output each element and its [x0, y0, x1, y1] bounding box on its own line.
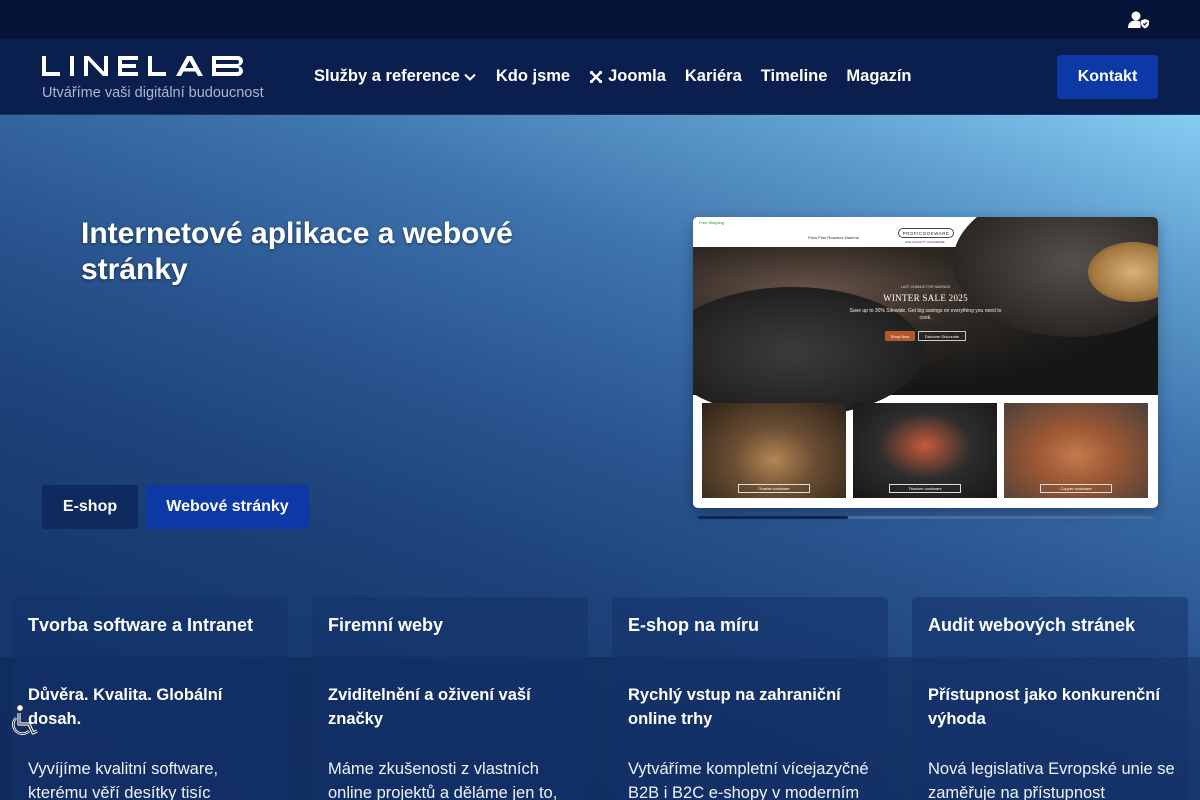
- product-label: Granite cookware: [738, 484, 810, 493]
- user-lock-icon[interactable]: [1128, 10, 1150, 30]
- card-text: Vytváříme kompletní vícejazyčné B2B i B2…: [628, 760, 869, 800]
- hero-section: Internetové aplikace a webové stránky E-…: [0, 115, 1200, 800]
- nav-item-about[interactable]: Kdo jsme: [496, 67, 570, 86]
- card-text: Máme zkušenosti z vlastních online proje…: [328, 760, 558, 800]
- hero-title: Internetové aplikace a webové stránky: [81, 217, 513, 286]
- card-subtitle: Zviditelnění a oživení vaší značky: [328, 686, 531, 728]
- product-tile: Titanium cookware: [853, 403, 997, 498]
- reference-screenshot[interactable]: Free Shipping Pans Pots Roasters Materia…: [693, 217, 1158, 508]
- card-subtitle: Důvěra. Kvalita. Globální dosah.: [28, 686, 223, 728]
- slider-progress: [698, 516, 849, 519]
- card-subtitle: Přístupnost jako konkurenční výhoda: [928, 686, 1160, 728]
- sale-description: Save up to 30% Sitewide. Get big savings…: [849, 308, 1002, 321]
- card-subtitle: Rychlý vstup na zahraniční online trhy: [628, 686, 841, 728]
- screenshot-brand-sub: HIGH QUALITY COOKWARE: [905, 240, 945, 244]
- nav-item-timeline[interactable]: Timeline: [761, 67, 828, 86]
- discover-discounts-button: Discover Discounts: [918, 331, 966, 341]
- service-card-audit[interactable]: Audit webových stránek Přístupnost jako …: [912, 597, 1188, 800]
- accessibility-icon[interactable]: [10, 704, 42, 740]
- tab-eshop[interactable]: E-shop: [42, 485, 138, 529]
- product-label: Titanium cookware: [889, 484, 961, 493]
- card-title: Tvorba software a Intranet: [28, 615, 254, 635]
- card-title: E-shop na míru: [628, 615, 760, 635]
- main-nav: Služby a reference Kdo jsme Joomla Karié…: [314, 67, 931, 86]
- nav-item-label: Služby a reference: [314, 67, 460, 85]
- nav-item-label: Magazín: [846, 67, 912, 85]
- nav-item-services[interactable]: Služby a reference: [314, 67, 477, 86]
- nav-item-magazine[interactable]: Magazín: [846, 67, 911, 86]
- nav-item-label: Kariéra: [684, 67, 742, 85]
- sale-title: WINTER SALE 2025: [883, 293, 968, 303]
- nav-item-label: Kdo jsme: [495, 67, 571, 85]
- site-header: Utváříme vaši digitální budoucnost Služb…: [0, 39, 1200, 115]
- service-card-software[interactable]: Tvorba software a Intranet Důvěra. Kvali…: [12, 597, 288, 800]
- nav-item-joomla[interactable]: Joomla: [589, 67, 666, 86]
- nav-item-label: Joomla: [608, 67, 666, 85]
- card-text: Nová legislativa Evropské unie se zaměřu…: [928, 760, 1175, 800]
- screenshot-menu-left: Pans Pots Roasters Material: [808, 235, 859, 240]
- service-card-company-web[interactable]: Firemní weby Zviditelnění a oživení vaší…: [312, 597, 588, 800]
- tab-websites[interactable]: Webové stránky: [146, 485, 309, 529]
- chevron-down-icon: [464, 73, 476, 81]
- linelab-logo[interactable]: [42, 56, 248, 76]
- shop-now-button: Shop Now: [885, 331, 915, 341]
- site-tagline: Utváříme vaši digitální budoucnost: [42, 85, 264, 101]
- proficookware-logo: PROFICOOKWARE: [898, 228, 954, 238]
- card-title: Firemní weby: [328, 615, 444, 635]
- product-tile: Copper cookware: [1004, 403, 1148, 498]
- screenshot-banner: LAST CHANCE FOR SAVINGS WINTER SALE 2025…: [693, 217, 1158, 417]
- top-bar: [0, 0, 1200, 39]
- product-label: Copper cookware: [1040, 484, 1112, 493]
- free-shipping-text: Free Shipping: [699, 220, 724, 225]
- service-card-eshop[interactable]: E-shop na míru Rychlý vstup na zahraničn…: [612, 597, 888, 800]
- nav-item-career[interactable]: Kariéra: [685, 67, 742, 86]
- card-text: Vyvíjíme kvalitní software, kterému věří…: [28, 760, 219, 800]
- pan-image: [693, 287, 923, 417]
- sale-kicker: LAST CHANCE FOR SAVINGS: [900, 285, 951, 289]
- product-tile: Granite cookware: [702, 403, 846, 498]
- contact-button[interactable]: Kontakt: [1057, 55, 1158, 99]
- nav-item-label: Timeline: [760, 67, 828, 85]
- card-title: Audit webových stránek: [928, 615, 1136, 635]
- joomla-icon: [590, 70, 603, 83]
